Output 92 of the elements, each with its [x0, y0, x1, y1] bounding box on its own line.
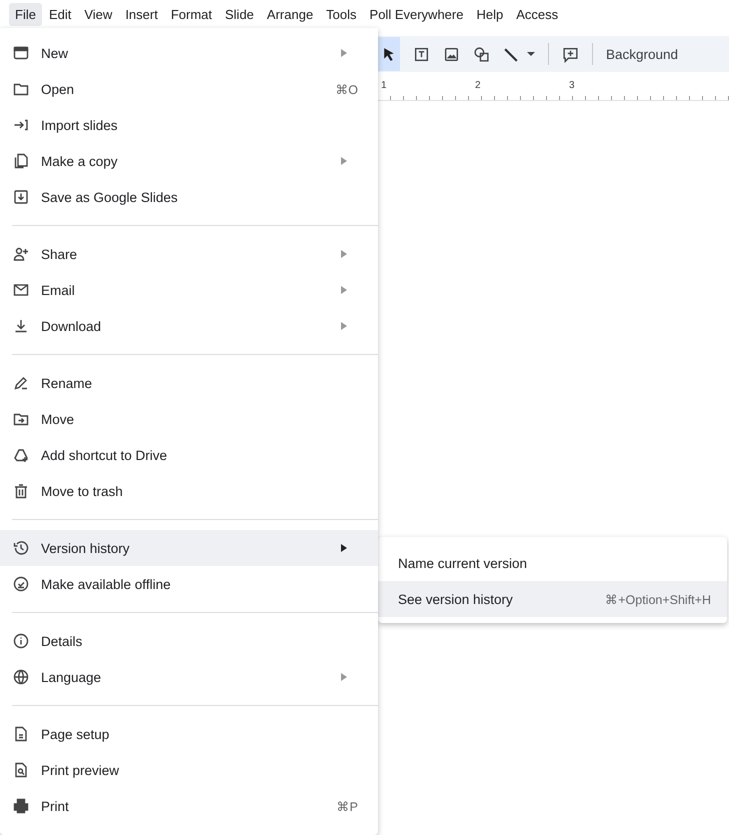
menu-item[interactable]: Version history — [0, 530, 378, 566]
menu-item-label: Print preview — [41, 762, 120, 778]
menu-bar-item[interactable]: Poll Everywhere — [364, 2, 470, 26]
import-icon — [13, 117, 29, 133]
history-icon — [13, 540, 29, 556]
download-icon — [13, 318, 29, 334]
menu-bar-item[interactable]: File — [9, 2, 42, 26]
menu-bar-item[interactable]: Insert — [119, 2, 164, 26]
menu-item[interactable]: Make available offline — [0, 566, 378, 602]
envelope-icon — [13, 282, 29, 298]
menu-item[interactable]: Email — [0, 272, 378, 308]
drive-shortcut-icon — [13, 447, 29, 463]
menu-bar-item[interactable]: Help — [470, 2, 510, 26]
globe-icon — [13, 669, 29, 685]
submenu-arrow-icon — [341, 157, 347, 165]
menu-item-label: Make a copy — [41, 154, 118, 168]
menu-bar-item[interactable]: Tools — [320, 2, 363, 26]
menu-item[interactable]: Open ⌘O — [0, 71, 378, 107]
menu-item-label: Rename — [41, 376, 92, 390]
menu-item-label: Share — [41, 246, 78, 262]
menu-bar-item[interactable]: Edit — [42, 2, 78, 26]
menu-item[interactable]: Save as Google Slides — [0, 179, 378, 215]
menu-item-label: Version history — [41, 540, 130, 556]
menu-bar-item[interactable]: Arrange — [260, 2, 320, 26]
submenu-arrow-icon — [341, 322, 347, 330]
menu-item-label: Add shortcut to Drive — [41, 448, 168, 462]
menu-item[interactable]: Make a copy — [0, 143, 378, 179]
submenu-arrow-icon — [341, 544, 347, 552]
submenu-arrow-icon — [341, 250, 347, 258]
menu-item[interactable]: Print preview — [0, 752, 378, 788]
submenu-item[interactable]: See version history ⌘+Option+Shift+H — [378, 581, 727, 617]
menu-item[interactable]: Move to trash — [0, 473, 378, 509]
menu-item-label: Open — [41, 82, 74, 96]
menu-item[interactable]: Page setup — [0, 716, 378, 752]
image-icon[interactable] — [443, 46, 460, 62]
menu-item[interactable]: Print ⌘P — [0, 788, 378, 824]
menu-item-label: Page setup — [41, 726, 110, 742]
pencil-icon — [13, 375, 29, 391]
submenu-item[interactable]: Name current version — [378, 545, 727, 581]
submenu-arrow-icon — [341, 49, 347, 57]
menu-bar-item[interactable]: Slide — [219, 2, 260, 26]
menu-item-label: Move to trash — [41, 484, 123, 498]
menu-item-label: Details — [41, 634, 82, 648]
background-button[interactable]: Background — [606, 46, 678, 62]
folder-move-icon — [13, 411, 29, 427]
folder-icon — [13, 81, 29, 97]
shapes-icon[interactable] — [473, 46, 490, 62]
trash-icon — [13, 483, 29, 499]
menu-item[interactable]: Download — [0, 308, 378, 344]
comment-add-icon[interactable] — [562, 46, 579, 62]
menu-item-label: Import slides — [41, 118, 118, 132]
menu-bar-item[interactable]: Format — [164, 2, 218, 26]
ruler-number: 1 — [381, 80, 387, 93]
ruler-number: 3 — [569, 80, 575, 93]
caret-icon[interactable] — [527, 50, 535, 58]
shortcut-label: ⌘O — [335, 82, 358, 96]
line-icon[interactable] — [503, 46, 520, 62]
menu-item-label: Print — [41, 798, 69, 814]
menu-item-label: Save as Google Slides — [41, 190, 178, 204]
select-tool-button[interactable] — [378, 37, 400, 71]
menu-item[interactable]: New — [0, 35, 378, 71]
page-icon — [13, 726, 29, 742]
menu-item-label: Email — [41, 282, 75, 298]
shortcut-label: ⌘P — [336, 798, 358, 814]
menu-bar-item[interactable]: Access — [510, 2, 564, 26]
menu-item[interactable]: Language — [0, 659, 378, 695]
submenu-arrow-icon — [341, 673, 347, 681]
menu-bar-item[interactable]: View — [78, 2, 118, 26]
ruler-number: 2 — [475, 80, 481, 93]
menu-item-label: New — [41, 46, 68, 60]
shortcut-label: ⌘+Option+Shift+H — [605, 592, 711, 606]
menu-item[interactable]: Rename — [0, 365, 378, 401]
window-icon — [13, 45, 29, 61]
menu-item-label: Download — [41, 318, 102, 334]
menu-item-label: See version history — [398, 592, 513, 606]
submenu-arrow-icon — [341, 286, 347, 294]
menu-item-label: Language — [41, 670, 102, 684]
print-preview-icon — [13, 762, 29, 778]
offline-icon — [13, 576, 29, 592]
menu-item[interactable]: Share — [0, 236, 378, 272]
menu-item-label: Name current version — [398, 556, 528, 570]
menu-item[interactable]: Details — [0, 623, 378, 659]
share-icon — [13, 246, 29, 262]
menu-item-label: Make available offline — [41, 576, 171, 592]
text-box-icon[interactable] — [413, 46, 430, 62]
save-icon — [13, 189, 29, 205]
copy-icon — [13, 153, 29, 169]
info-icon — [13, 633, 29, 649]
menu-item-label: Move — [41, 412, 74, 426]
menu-item[interactable]: Import slides — [0, 107, 378, 143]
menu-item[interactable]: Add shortcut to Drive — [0, 437, 378, 473]
menu-item[interactable]: Move — [0, 401, 378, 437]
